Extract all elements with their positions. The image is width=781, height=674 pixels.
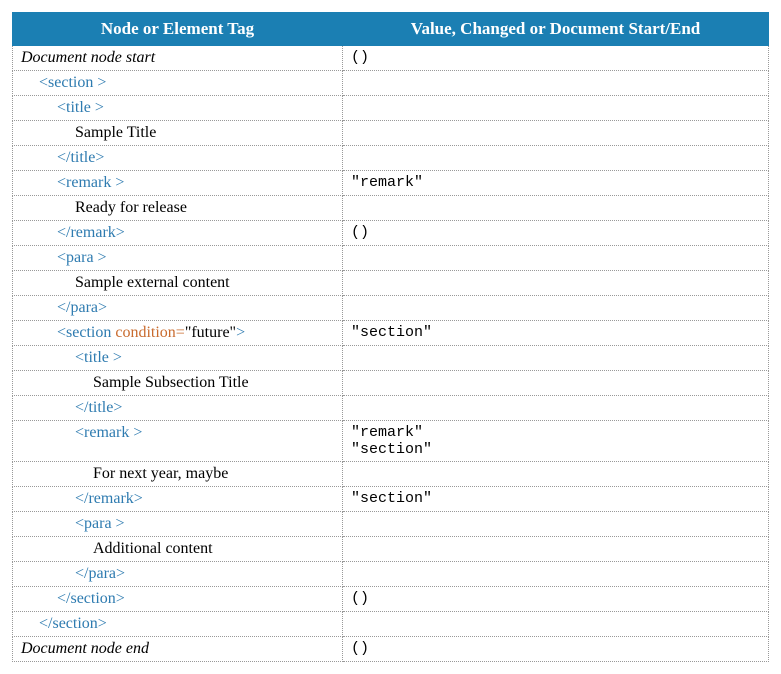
value-cell	[343, 512, 769, 537]
node-cell: Document node start	[13, 46, 343, 71]
value-cell	[343, 271, 769, 296]
value-cell	[343, 121, 769, 146]
node-cell: Document node end	[13, 637, 343, 662]
value-cell	[343, 196, 769, 221]
table-row: </para>	[13, 562, 769, 587]
table-row: <title >	[13, 96, 769, 121]
value-cell	[343, 537, 769, 562]
node-cell: </title>	[13, 396, 343, 421]
value-cell	[343, 96, 769, 121]
table-header-row: Node or Element Tag Value, Changed or Do…	[13, 13, 769, 46]
node-cell: <remark >	[13, 421, 343, 462]
value-cell	[343, 612, 769, 637]
node-cell: <title >	[13, 96, 343, 121]
table-row: </section>()	[13, 587, 769, 612]
value-cell	[343, 146, 769, 171]
table-row: <section condition="future">"section"	[13, 321, 769, 346]
node-cell: Ready for release	[13, 196, 343, 221]
table-row: <title >	[13, 346, 769, 371]
value-cell: "remark""section"	[343, 421, 769, 462]
table-row: Sample external content	[13, 271, 769, 296]
table-row: Document node end()	[13, 637, 769, 662]
table-row: </remark>()	[13, 221, 769, 246]
value-cell	[343, 71, 769, 96]
value-cell	[343, 562, 769, 587]
table-row: Ready for release	[13, 196, 769, 221]
node-cell: For next year, maybe	[13, 462, 343, 487]
value-cell: ()	[343, 637, 769, 662]
node-cell: <section >	[13, 71, 343, 96]
table-row: </para>	[13, 296, 769, 321]
xml-trace-table: Node or Element Tag Value, Changed or Do…	[12, 12, 769, 662]
table-row: Additional content	[13, 537, 769, 562]
table-row: <remark >"remark""section"	[13, 421, 769, 462]
value-cell	[343, 246, 769, 271]
node-cell: </para>	[13, 562, 343, 587]
table-row: </remark>"section"	[13, 487, 769, 512]
table-row: Sample Title	[13, 121, 769, 146]
value-cell	[343, 296, 769, 321]
table-row: </section>	[13, 612, 769, 637]
table-row: <para >	[13, 246, 769, 271]
table-row: For next year, maybe	[13, 462, 769, 487]
header-col2: Value, Changed or Document Start/End	[343, 13, 769, 46]
node-cell: Sample external content	[13, 271, 343, 296]
value-cell: "section"	[343, 487, 769, 512]
value-cell	[343, 462, 769, 487]
value-cell: "remark"	[343, 171, 769, 196]
value-cell: ()	[343, 46, 769, 71]
header-col1: Node or Element Tag	[13, 13, 343, 46]
table-row: <para >	[13, 512, 769, 537]
node-cell: <section condition="future">	[13, 321, 343, 346]
node-cell: </remark>	[13, 221, 343, 246]
node-cell: Sample Title	[13, 121, 343, 146]
table-row: </title>	[13, 396, 769, 421]
table-row: <section >	[13, 71, 769, 96]
value-cell: "section"	[343, 321, 769, 346]
node-cell: <para >	[13, 246, 343, 271]
value-cell	[343, 346, 769, 371]
node-cell: </section>	[13, 587, 343, 612]
value-cell	[343, 396, 769, 421]
table-row: Document node start()	[13, 46, 769, 71]
node-cell: <title >	[13, 346, 343, 371]
table-row: Sample Subsection Title	[13, 371, 769, 396]
node-cell: <para >	[13, 512, 343, 537]
node-cell: <remark >	[13, 171, 343, 196]
value-cell: ()	[343, 587, 769, 612]
node-cell: Sample Subsection Title	[13, 371, 343, 396]
node-cell: </remark>	[13, 487, 343, 512]
value-cell	[343, 371, 769, 396]
node-cell: </title>	[13, 146, 343, 171]
value-cell: ()	[343, 221, 769, 246]
table-row: </title>	[13, 146, 769, 171]
node-cell: </section>	[13, 612, 343, 637]
table-row: <remark >"remark"	[13, 171, 769, 196]
node-cell: </para>	[13, 296, 343, 321]
node-cell: Additional content	[13, 537, 343, 562]
